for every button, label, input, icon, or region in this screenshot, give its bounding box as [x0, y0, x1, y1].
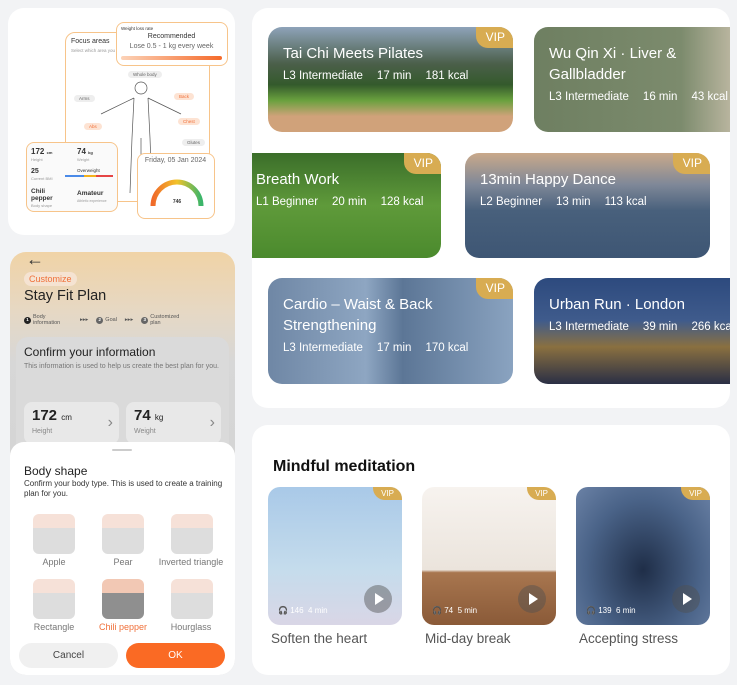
- stat-height-label: Height: [31, 157, 43, 162]
- workout-title: Cardio – Waist & Back Strengthening: [283, 296, 433, 334]
- focus-title: Focus areas: [71, 38, 110, 45]
- plan-steps: 1 Body information ▸▸▸ 2 Goal ▸▸▸ 3 Customi…: [24, 314, 184, 326]
- area-back[interactable]: Back: [174, 93, 195, 100]
- workout-card[interactable]: Tai Chi Meets Pilates L3 Intermediate 17 m…: [268, 27, 513, 132]
- plan-screen: ← Customize Stay Fit Plan 1 Body informat…: [10, 252, 235, 675]
- step-2: 2 Goal: [96, 316, 117, 324]
- workout-title: 13min Happy Dance: [480, 171, 616, 188]
- play-button[interactable]: [672, 585, 700, 613]
- body-shape-title: Body shape: [24, 464, 88, 478]
- weight-loss-desc: Lose 0.5 - 1 kg every week: [129, 43, 214, 50]
- shape-rectangle[interactable]: [33, 579, 75, 619]
- weight-loss-card: Weight loss rate Recommended Lose 0.5 - …: [116, 22, 228, 66]
- workout-card[interactable]: Urban Run · London L3 Intermediate 39 min 2…: [534, 278, 730, 384]
- confirm-title: Confirm your information: [24, 345, 156, 359]
- stat-weight-unit: kg: [88, 150, 93, 155]
- shape-hourglass[interactable]: [171, 579, 213, 619]
- shape-label: Inverted triangle: [158, 557, 224, 567]
- chevrons-icon: ▸▸▸: [124, 317, 134, 323]
- gauge-value: 746: [172, 199, 182, 205]
- step-1: 1 Body information: [24, 314, 72, 326]
- illustration-panel: Focus areas Select which area you want t…: [8, 8, 235, 235]
- shape-apple[interactable]: [33, 514, 75, 554]
- workout-title: Urban Run · London: [549, 296, 685, 313]
- vip-badge: VIP: [373, 487, 402, 500]
- meditation-title: Mindful meditation: [273, 458, 416, 475]
- confirm-card: Confirm your information This informatio…: [16, 337, 229, 457]
- rate-slider[interactable]: [121, 56, 222, 60]
- recommended-label: Recommended: [147, 33, 196, 40]
- stat-shape-label: Body shape: [31, 203, 53, 208]
- body-shape-sheet: Body shape Confirm your body type. This …: [10, 442, 235, 675]
- vip-badge: VIP: [672, 153, 710, 174]
- back-arrow-icon[interactable]: ←: [26, 252, 44, 270]
- shape-label: Hourglass: [170, 622, 212, 632]
- stat-bmi-status: Overweight: [77, 168, 100, 173]
- drag-handle[interactable]: [112, 449, 132, 451]
- workout-card[interactable]: Wu Qin Xi · Liver & Gallbladder L3 Interm…: [534, 27, 730, 132]
- play-button[interactable]: [518, 585, 546, 613]
- body-shape-desc: Confirm your body type. This is used to …: [24, 479, 223, 498]
- stat-exp-label: Athletic experience: [77, 199, 107, 203]
- gauge-card: Friday, 05 Jan 2024 746: [137, 153, 215, 219]
- shape-label: Rectangle: [33, 622, 75, 632]
- ok-button[interactable]: OK: [126, 643, 225, 668]
- area-abs[interactable]: Abs: [84, 123, 102, 130]
- area-whole-body[interactable]: Whole body: [128, 71, 162, 78]
- customize-badge: Customize: [24, 272, 77, 286]
- meditation-card[interactable]: VIP 🎧 74 5 min: [422, 487, 556, 625]
- headphones-icon: 🎧: [432, 606, 442, 615]
- headphones-icon: 🎧: [586, 606, 596, 615]
- stat-height: 172: [31, 147, 45, 156]
- chevron-right-icon: ›: [209, 414, 215, 431]
- stat-height-unit: cm: [46, 150, 53, 155]
- plan-title: Stay Fit Plan: [24, 288, 107, 304]
- workout-card[interactable]: Breath Work L1 Beginner 20 min 128 kcal VIP: [252, 153, 441, 258]
- shape-label: Apple: [42, 557, 66, 567]
- area-glutes[interactable]: Glutes: [182, 139, 206, 146]
- chevron-right-icon: ›: [107, 414, 113, 431]
- meditation-card[interactable]: VIP 🎧 139 6 min: [576, 487, 710, 625]
- shape-chili-pepper[interactable]: [102, 579, 144, 619]
- area-chest[interactable]: Chest: [178, 118, 200, 125]
- weight-loss-title: Weight loss rate: [121, 26, 154, 31]
- area-arms[interactable]: Arms: [74, 95, 95, 102]
- meditation-label: Mid-day break: [425, 631, 511, 646]
- meditation-label: Accepting stress: [579, 631, 679, 646]
- stats-card: 172 cm Height 74 kg Weight 25 Current BM…: [26, 142, 118, 212]
- vip-badge: VIP: [475, 27, 513, 48]
- workout-card[interactable]: 13min Happy Dance L2 Beginner 13 min 113 kc…: [465, 153, 710, 258]
- workout-title: Tai Chi Meets Pilates: [283, 45, 424, 62]
- cancel-button[interactable]: Cancel: [19, 643, 118, 668]
- stat-shape: Chili pepper: [31, 188, 53, 202]
- workouts-panel: Tai Chi Meets Pilates L3 Intermediate 17 m…: [252, 8, 730, 408]
- stat-weight: 74: [77, 147, 86, 156]
- chevrons-icon: ▸▸▸: [80, 317, 89, 323]
- shape-inverted-triangle[interactable]: [171, 514, 213, 554]
- confirm-desc: This information is used to help us crea…: [24, 363, 219, 370]
- stat-exp: Amateur: [77, 190, 104, 197]
- gauge-date: Friday, 05 Jan 2024: [144, 157, 207, 164]
- weight-field[interactable]: 74 kg Weight ›: [126, 402, 221, 444]
- vip-badge: VIP: [475, 278, 513, 299]
- workout-card[interactable]: Cardio – Waist & Back Strengthening L3 In…: [268, 278, 513, 384]
- headphones-icon: 🎧: [278, 606, 288, 615]
- stat-bmi: 25: [31, 168, 39, 175]
- play-button[interactable]: [364, 585, 392, 613]
- step-3: 3 Customized plan: [141, 314, 184, 326]
- bmi-bar: [65, 175, 113, 177]
- vip-badge: VIP: [527, 487, 556, 500]
- workout-title: Wu Qin Xi · Liver & Gallbladder: [549, 45, 677, 83]
- stat-bmi-label: Current BMI: [31, 176, 53, 181]
- height-field[interactable]: 172 cm Height ›: [24, 402, 119, 444]
- vip-badge: VIP: [681, 487, 710, 500]
- stat-weight-label: Weight: [77, 157, 90, 162]
- shape-pear[interactable]: [102, 514, 144, 554]
- meditation-label: Soften the heart: [271, 631, 368, 646]
- vip-badge: VIP: [403, 153, 441, 174]
- meditation-card[interactable]: VIP 🎧 146 4 min: [268, 487, 402, 625]
